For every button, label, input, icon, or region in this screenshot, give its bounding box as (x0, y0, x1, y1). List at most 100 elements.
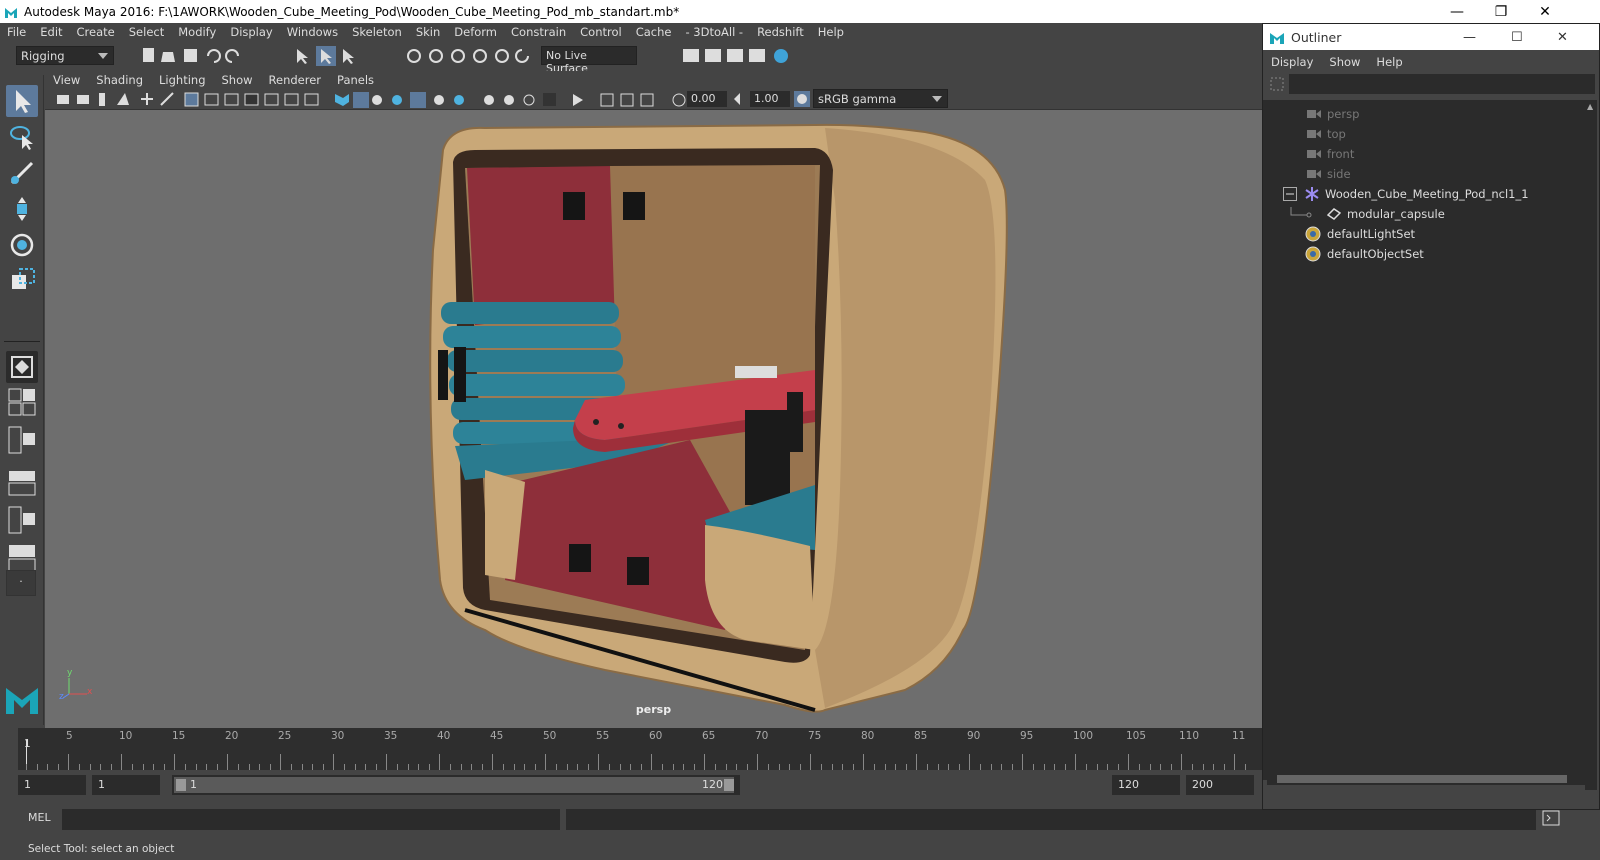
live-surface-field[interactable]: No Live Surface (541, 46, 637, 75)
selection-mask-icons[interactable] (292, 45, 372, 67)
time-slider[interactable]: 1 5 10 15 20 25 30 35 40 45 50 55 60 65 70 75 80 85 90 95 1… (0, 728, 1262, 770)
outliner-maximize-button[interactable]: ☐ (1511, 30, 1523, 45)
move-tool-button[interactable] (6, 193, 38, 225)
outliner-item-persp[interactable]: persp (1263, 104, 1585, 124)
animation-start-field[interactable]: 1 (18, 775, 86, 795)
toolbox: · (0, 75, 44, 725)
bench-bracket (627, 557, 649, 585)
panel-menu-bar: View Shading Lighting Show Renderer Pane… (45, 71, 1262, 89)
snap-tools-icons[interactable] (402, 46, 542, 66)
perspective-viewport[interactable]: y x z persp (45, 110, 1262, 728)
animation-end-field[interactable]: 200 (1186, 775, 1254, 795)
select-tool-button[interactable] (6, 85, 38, 117)
command-input[interactable] (62, 809, 560, 830)
panel-menu-view[interactable]: View (45, 73, 88, 87)
panel-menu-renderer[interactable]: Renderer (261, 73, 330, 87)
timeline-tick (492, 754, 494, 770)
menu-file[interactable]: File (0, 25, 33, 39)
more-layouts-button[interactable]: · (6, 570, 36, 596)
color-management-icon[interactable] (793, 90, 811, 108)
filter-icon[interactable] (1269, 76, 1285, 92)
outliner-scroll-thumb[interactable] (1277, 775, 1567, 783)
panel-menu-lighting[interactable]: Lighting (151, 73, 213, 87)
paint-select-tool-button[interactable] (6, 157, 38, 189)
menu-3dtoall[interactable]: - 3DtoAll - (678, 25, 750, 39)
outliner-item-top[interactable]: top (1263, 124, 1585, 144)
outliner-item-side[interactable]: side (1263, 164, 1585, 184)
timeline-tick-label: 50 (543, 730, 557, 742)
menu-control[interactable]: Control (573, 25, 629, 39)
set-icon (1305, 246, 1321, 262)
timeline-tick (651, 754, 653, 770)
menu-set-value: Rigging (21, 49, 65, 63)
menu-modify[interactable]: Modify (171, 25, 223, 39)
scale-tool-button[interactable] (6, 265, 38, 297)
menu-skin[interactable]: Skin (409, 25, 447, 39)
timeline-tick-label: 40 (437, 730, 451, 742)
time-ruler[interactable]: 1 5 10 15 20 25 30 35 40 45 50 55 60 65 70 75 80 85 90 95 1… (18, 728, 1262, 770)
layout-presets-icons[interactable] (8, 387, 38, 587)
restore-button[interactable]: ❐ (1478, 0, 1524, 23)
panel-menu-shading[interactable]: Shading (88, 73, 151, 87)
range-slider-handle[interactable] (174, 777, 734, 793)
exposure-field[interactable]: 0.00 (687, 91, 727, 107)
timeline-tick-label: 25 (278, 730, 292, 742)
range-end-grip[interactable] (724, 779, 734, 791)
menu-skeleton[interactable]: Skeleton (345, 25, 409, 39)
outliner-title-bar: Outliner — ☐ ✕ (1263, 24, 1599, 50)
image-plane-icon (117, 93, 129, 105)
outliner-horizontal-scrollbar[interactable] (1267, 773, 1585, 785)
menu-deform[interactable]: Deform (447, 25, 504, 39)
outliner-item-modular-capsule[interactable]: modular_capsule (1263, 204, 1585, 224)
outliner-menu-help[interactable]: Help (1368, 55, 1410, 69)
minimize-button[interactable]: — (1434, 0, 1480, 23)
timeline-tick (1128, 754, 1130, 770)
multisample-aa-icon (523, 94, 535, 106)
timeline-tick (68, 754, 70, 770)
outliner-item-front[interactable]: front (1263, 144, 1585, 164)
outliner-item-label: modular_capsule (1347, 207, 1445, 221)
menu-set-dropdown[interactable]: Rigging (16, 46, 114, 65)
command-language-label[interactable]: MEL (28, 811, 51, 824)
menu-display[interactable]: Display (223, 25, 279, 39)
outliner-item-default-light-set[interactable]: defaultLightSet (1263, 224, 1585, 244)
script-editor-icon[interactable] (1542, 809, 1560, 827)
menu-select[interactable]: Select (122, 25, 171, 39)
range-start-grip[interactable] (176, 779, 186, 791)
panel-menu-panels[interactable]: Panels (329, 73, 382, 87)
last-tool-button[interactable] (6, 351, 38, 383)
menu-help[interactable]: Help (811, 25, 851, 39)
playback-end-field[interactable]: 120 (1112, 775, 1180, 795)
outliner-search-field[interactable] (1289, 74, 1595, 94)
menu-create[interactable]: Create (70, 25, 122, 39)
timeline-tick (439, 754, 441, 770)
open-file-icon (161, 52, 175, 62)
menu-edit[interactable]: Edit (33, 25, 69, 39)
color-space-dropdown[interactable]: sRGB gamma (813, 89, 948, 108)
hypershade-icon (774, 49, 788, 63)
outliner-item-pod-group[interactable]: Wooden_Cube_Meeting_Pod_ncl1_1 (1263, 184, 1585, 204)
scroll-up-icon[interactable]: ▲ (1587, 102, 1595, 111)
outliner-minimize-button[interactable]: — (1463, 30, 1476, 45)
panel-menu-show[interactable]: Show (214, 73, 261, 87)
mesh-icon (1327, 208, 1341, 220)
gamma-field[interactable]: 1.00 (750, 91, 790, 107)
range-slider[interactable]: 1 120 (172, 775, 740, 795)
playback-start-field[interactable]: 1 (92, 775, 160, 795)
outliner-vertical-scrollbar[interactable]: ▲ (1585, 100, 1597, 790)
rotate-tool-button[interactable] (6, 229, 38, 261)
lasso-tool-button[interactable] (6, 121, 38, 153)
menu-cache[interactable]: Cache (629, 25, 679, 39)
outliner-close-button[interactable]: ✕ (1557, 30, 1568, 45)
menu-windows[interactable]: Windows (280, 25, 345, 39)
render-tools-icons[interactable] (680, 46, 800, 66)
outliner-menu-show[interactable]: Show (1321, 55, 1368, 69)
menu-constrain[interactable]: Constrain (504, 25, 573, 39)
outliner-item-default-object-set[interactable]: defaultObjectSet (1263, 244, 1585, 264)
table-bracket (787, 392, 803, 452)
close-button[interactable]: ✕ (1522, 0, 1568, 23)
menu-redshift[interactable]: Redshift (750, 25, 811, 39)
collapse-icon[interactable] (1283, 187, 1297, 201)
viewport-toolbar-icons[interactable] (55, 91, 695, 108)
outliner-menu-display[interactable]: Display (1263, 55, 1321, 69)
